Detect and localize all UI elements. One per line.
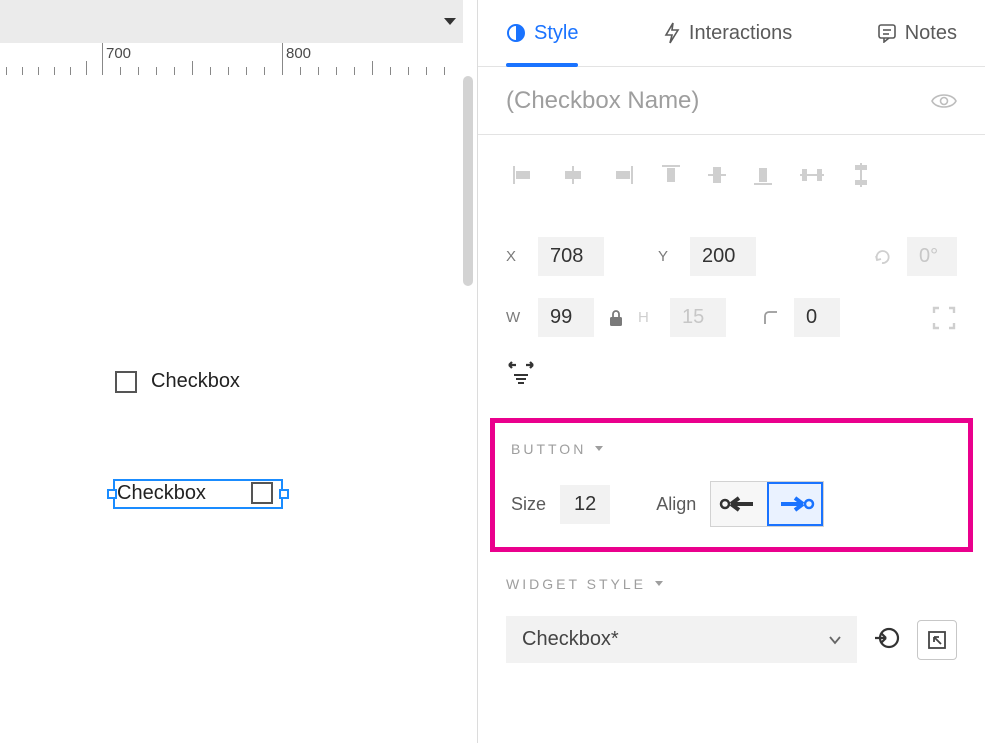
canvas-vertical-scrollbar[interactable] xyxy=(463,76,473,286)
distribute-v-icon[interactable] xyxy=(852,163,870,187)
tab-notes[interactable]: Notes xyxy=(877,0,957,66)
tab-style[interactable]: Style xyxy=(506,0,578,66)
horizontal-ruler: 700 800 xyxy=(0,43,463,75)
y-input[interactable]: 200 xyxy=(690,237,756,276)
distribute-h-icon[interactable] xyxy=(800,166,824,184)
inspector-tabs: Style Interactions Notes xyxy=(478,0,985,67)
align-bottom-icon[interactable] xyxy=(754,164,772,186)
section-collapse-icon xyxy=(594,445,604,453)
autosize-width-icon[interactable] xyxy=(506,357,536,385)
radius-input[interactable]: 0 xyxy=(794,298,840,337)
rotation-icon[interactable] xyxy=(873,247,893,267)
expand-corners-icon[interactable] xyxy=(931,305,957,331)
button-align-segmented xyxy=(710,481,824,527)
toolbar-dropdown-caret[interactable] xyxy=(443,14,457,30)
align-label: Align xyxy=(656,494,696,515)
align-left-icon[interactable] xyxy=(512,166,534,184)
size-label: Size xyxy=(511,494,546,515)
widget-style-select[interactable]: Checkbox* xyxy=(506,616,857,663)
y-label: Y xyxy=(658,248,676,265)
checkbox-widget-label: Checkbox xyxy=(117,482,206,505)
align-center-h-icon[interactable] xyxy=(562,166,584,184)
notes-icon xyxy=(877,23,897,43)
x-label: X xyxy=(506,248,524,265)
checkbox-widget-label: Checkbox xyxy=(151,370,240,393)
resize-handle-right[interactable] xyxy=(279,489,289,499)
align-center-v-icon[interactable] xyxy=(708,164,726,186)
interactions-icon xyxy=(663,22,681,44)
h-label: H xyxy=(638,309,656,326)
tab-style-label: Style xyxy=(534,22,578,45)
style-icon xyxy=(506,23,526,43)
widget-style-selected: Checkbox* xyxy=(522,628,619,651)
style-manager-button[interactable] xyxy=(917,620,957,660)
button-size-input[interactable]: 12 xyxy=(560,485,610,524)
width-input[interactable]: 99 xyxy=(538,298,594,337)
ruler-mark-800: 800 xyxy=(286,45,311,62)
resize-handle-left[interactable] xyxy=(107,489,117,499)
align-button-right[interactable] xyxy=(767,482,823,526)
canvas-area[interactable]: 700 800 Checkbox Checkbox xyxy=(0,0,477,743)
button-section-highlight: BUTTON Size 12 Align xyxy=(490,418,973,552)
rotation-input[interactable]: 0° xyxy=(907,237,957,276)
button-section-header[interactable]: BUTTON xyxy=(511,441,952,457)
align-right-icon[interactable] xyxy=(612,166,634,184)
lock-aspect-icon[interactable] xyxy=(608,309,624,327)
section-collapse-icon xyxy=(654,580,664,588)
widget-style-title: WIDGET STYLE xyxy=(506,576,646,592)
ruler-mark-700: 700 xyxy=(106,45,131,62)
widget-name-row: (Checkbox Name) xyxy=(478,67,985,135)
canvas-toolbar xyxy=(0,0,463,43)
tab-interactions-label: Interactions xyxy=(689,22,792,45)
checkbox-box-icon xyxy=(251,482,273,504)
widget-style-section: WIDGET STYLE Checkbox* xyxy=(478,566,985,663)
apply-style-icon[interactable] xyxy=(873,624,901,655)
chevron-down-icon xyxy=(829,635,841,645)
dimensions-section: X 708 Y 200 0° W 99 H 15 0 xyxy=(478,215,985,351)
button-section-title: BUTTON xyxy=(511,441,586,457)
checkbox-box-icon xyxy=(115,371,137,393)
checkbox-widget-selected[interactable]: Checkbox xyxy=(113,479,283,509)
alignment-section xyxy=(478,135,985,215)
w-label: W xyxy=(506,309,524,326)
visibility-icon[interactable] xyxy=(931,92,957,110)
tab-interactions[interactable]: Interactions xyxy=(663,0,792,66)
align-button-left[interactable] xyxy=(711,482,767,526)
height-input[interactable]: 15 xyxy=(670,298,726,337)
widget-name-input[interactable]: (Checkbox Name) xyxy=(506,87,699,115)
autosize-row xyxy=(478,351,985,410)
inspector-panel: Style Interactions Notes (Checkbox Name)… xyxy=(477,0,985,743)
align-top-icon[interactable] xyxy=(662,164,680,186)
corner-radius-icon xyxy=(762,309,780,327)
widget-style-header[interactable]: WIDGET STYLE xyxy=(506,576,957,592)
tab-notes-label: Notes xyxy=(905,22,957,45)
x-input[interactable]: 708 xyxy=(538,237,604,276)
checkbox-widget-left-align[interactable]: Checkbox xyxy=(115,370,240,393)
